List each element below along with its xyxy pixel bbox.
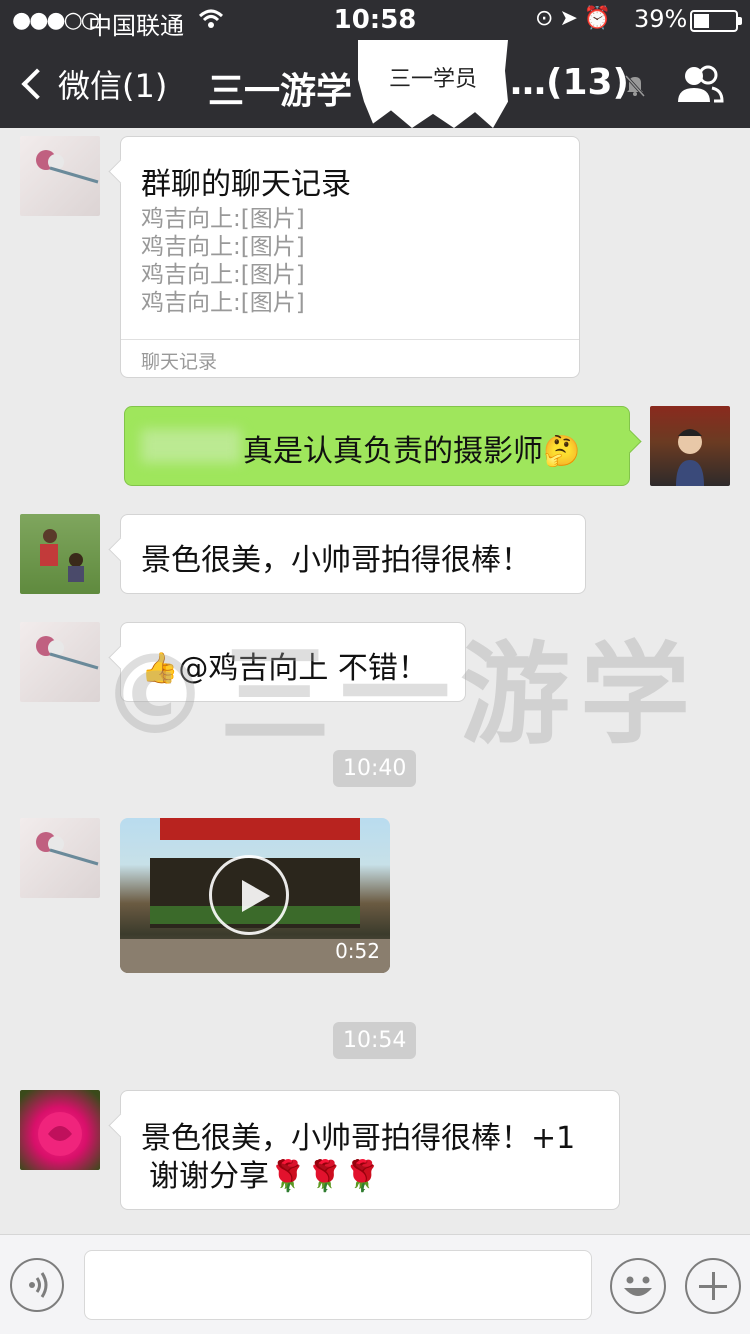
message-text: 👍@鸡吉向上 不错！ bbox=[141, 651, 428, 686]
message-text: 谢谢分享🌹🌹🌹 bbox=[149, 1159, 382, 1194]
input-bar bbox=[0, 1234, 750, 1334]
message-bubble[interactable]: 景色很美，小帅哥拍得很棒！+1 谢谢分享🌹🌹🌹 bbox=[120, 1090, 620, 1210]
message-text: 景色很美，小帅哥拍得很棒！ bbox=[141, 543, 531, 578]
message-bubble[interactable]: 景色很美，小帅哥拍得很棒！ bbox=[120, 514, 586, 594]
flower-icon bbox=[36, 150, 99, 184]
message-text: 真是认真负责的摄影师🤔 bbox=[243, 434, 581, 469]
blurred-mention bbox=[141, 429, 241, 463]
self-message-bubble[interactable]: 真是认真负责的摄影师🤔 bbox=[124, 406, 630, 486]
record-title: 群聊的聊天记录 bbox=[141, 167, 351, 202]
record-line: 鸡吉向上:[图片] bbox=[141, 206, 305, 232]
video-duration: 0:52 bbox=[335, 939, 380, 963]
flower-icon bbox=[36, 832, 99, 866]
record-footer: 聊天记录 bbox=[141, 351, 218, 373]
avatar[interactable] bbox=[20, 622, 100, 702]
flower-icon bbox=[36, 636, 99, 670]
record-line: 鸡吉向上:[图片] bbox=[141, 234, 305, 260]
lock-rotation-icon: ⊙ bbox=[535, 6, 560, 31]
record-line: 鸡吉向上:[图片] bbox=[141, 262, 305, 288]
chat-title: 三一游学 …(13) bbox=[208, 62, 629, 114]
avatar[interactable] bbox=[20, 136, 100, 216]
status-icons: ⊙➤⏰ bbox=[535, 6, 617, 31]
person-icon bbox=[676, 429, 704, 486]
timestamp: 10:54 bbox=[333, 1022, 417, 1059]
avatar[interactable] bbox=[20, 1090, 100, 1170]
group-name: 三一游学 bbox=[208, 71, 353, 112]
back-button[interactable]: 微信(1) bbox=[18, 62, 167, 106]
emoji-button[interactable] bbox=[610, 1258, 666, 1314]
chat-record-card[interactable]: 群聊的聊天记录 鸡吉向上:[图片] 鸡吉向上:[图片] 鸡吉向上:[图片] 鸡吉… bbox=[120, 136, 580, 378]
video-message[interactable]: 0:52 bbox=[120, 818, 390, 973]
battery-percent: 39% bbox=[634, 5, 688, 33]
avatar[interactable] bbox=[20, 514, 100, 594]
group-info-icon[interactable] bbox=[676, 64, 724, 104]
timestamp: 10:40 bbox=[333, 750, 417, 787]
battery-icon bbox=[690, 10, 742, 32]
location-icon: ➤ bbox=[559, 6, 584, 31]
record-lines: 鸡吉向上:[图片] 鸡吉向上:[图片] 鸡吉向上:[图片] 鸡吉向上:[图片] bbox=[141, 205, 305, 317]
alarm-icon: ⏰ bbox=[583, 6, 618, 31]
status-bar: ●●●○○ 中国联通 10:58 ⊙➤⏰ 39% bbox=[0, 0, 750, 40]
video-thumbnail-tent bbox=[160, 818, 360, 840]
chevron-left-icon bbox=[21, 68, 53, 100]
back-label: 微信(1) bbox=[58, 67, 168, 105]
smiley-icon bbox=[624, 1276, 652, 1296]
avatar[interactable] bbox=[20, 818, 100, 898]
record-line: 鸡吉向上:[图片] bbox=[141, 290, 305, 316]
avatar-self[interactable] bbox=[650, 406, 730, 486]
voice-icon bbox=[29, 1272, 48, 1298]
rose-icon bbox=[38, 1112, 82, 1156]
plus-button[interactable] bbox=[685, 1258, 741, 1314]
voice-button[interactable] bbox=[10, 1258, 64, 1312]
message-input[interactable] bbox=[84, 1250, 592, 1320]
message-bubble[interactable]: 👍@鸡吉向上 不错！ bbox=[120, 622, 466, 702]
mute-icon bbox=[624, 74, 646, 98]
member-count: …(13) bbox=[510, 62, 630, 103]
divider bbox=[121, 339, 579, 340]
kids-photo-icon bbox=[40, 529, 84, 582]
play-icon[interactable] bbox=[209, 855, 289, 935]
